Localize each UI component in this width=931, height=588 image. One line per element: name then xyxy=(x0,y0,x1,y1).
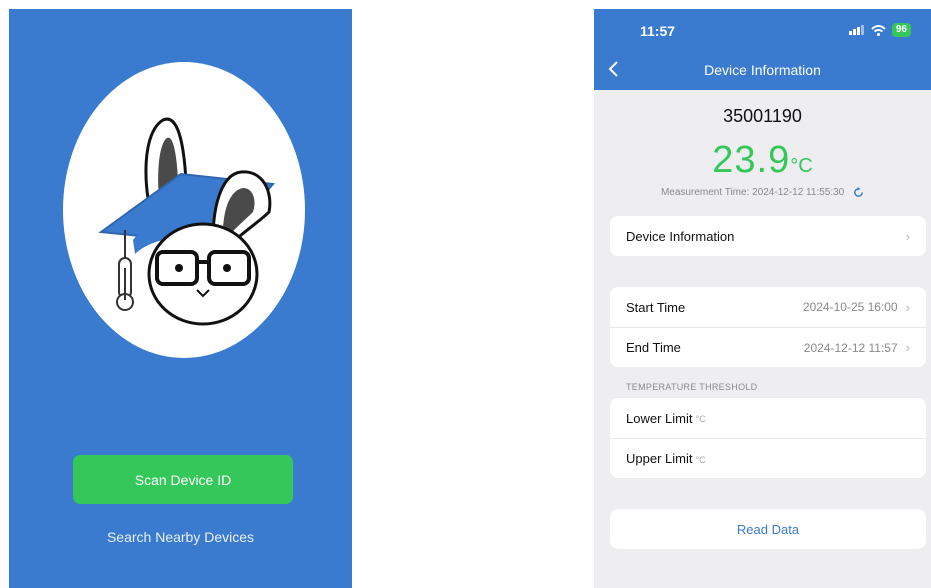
header-bar: 11:57 96 Device Information xyxy=(594,9,931,90)
row-label: Start Time xyxy=(626,299,686,315)
threshold-card: Lower Limit °C Upper Limit °C xyxy=(610,398,926,478)
device-information-screen: 11:57 96 Device Information 35001190 23.… xyxy=(594,9,931,588)
end-time-row[interactable]: End Time 2024-12-12 11:57 › xyxy=(610,327,926,367)
bunny-scholar-logo-icon xyxy=(98,117,276,326)
unit-label: °C xyxy=(695,454,706,465)
measurement-time: Measurement Time: 2024-12-12 11:55:30 xyxy=(594,187,931,198)
end-time-value: 2024-12-12 11:57 xyxy=(803,340,898,355)
scan-device-id-button[interactable]: Scan Device ID xyxy=(73,455,293,504)
temperature-threshold-section-label: TEMPERATURE THRESHOLD xyxy=(626,382,758,392)
status-icons: 96 xyxy=(848,23,911,37)
device-id: 35001190 xyxy=(723,106,802,126)
read-data-button[interactable]: Read Data xyxy=(610,509,926,549)
chevron-right-icon: › xyxy=(905,228,910,244)
row-label: End Time xyxy=(626,340,681,355)
app-logo xyxy=(63,62,305,358)
unit-label: °C xyxy=(695,414,706,424)
row-label: Upper Limit xyxy=(626,451,693,466)
refresh-icon[interactable] xyxy=(853,187,864,198)
measurement-time-text: Measurement Time: 2024-12-12 11:55:30 xyxy=(660,187,845,199)
scan-screen: Scan Device ID Search Nearby Devices xyxy=(9,9,352,588)
time-range-card: Start Time 2024-10-25 16:00 › End Time 2… xyxy=(610,287,926,367)
search-nearby-devices-link[interactable]: Search Nearby Devices xyxy=(9,529,352,545)
temperature-reading: 23.9°C xyxy=(594,139,931,182)
cellular-signal-icon xyxy=(848,25,864,35)
battery-level: 96 xyxy=(891,23,911,37)
status-time: 11:57 xyxy=(640,23,676,39)
start-time-value: 2024-10-25 16:00 xyxy=(802,300,898,314)
row-label: Device Information xyxy=(626,228,735,244)
start-time-row[interactable]: Start Time 2024-10-25 16:00 › xyxy=(610,287,926,327)
upper-limit-row[interactable]: Upper Limit °C xyxy=(610,438,926,478)
chevron-right-icon: › xyxy=(905,299,910,315)
chevron-right-icon: › xyxy=(905,340,910,355)
device-information-row[interactable]: Device Information › xyxy=(610,216,926,256)
temperature-unit: °C xyxy=(790,155,813,177)
wifi-icon xyxy=(871,24,886,36)
device-info-card: Device Information › xyxy=(610,216,926,256)
row-label: Lower Limit xyxy=(626,410,693,426)
nav-title: Device Information xyxy=(704,62,821,78)
lower-limit-row[interactable]: Lower Limit °C xyxy=(610,398,926,438)
temperature-value: 23.9 xyxy=(712,139,791,181)
